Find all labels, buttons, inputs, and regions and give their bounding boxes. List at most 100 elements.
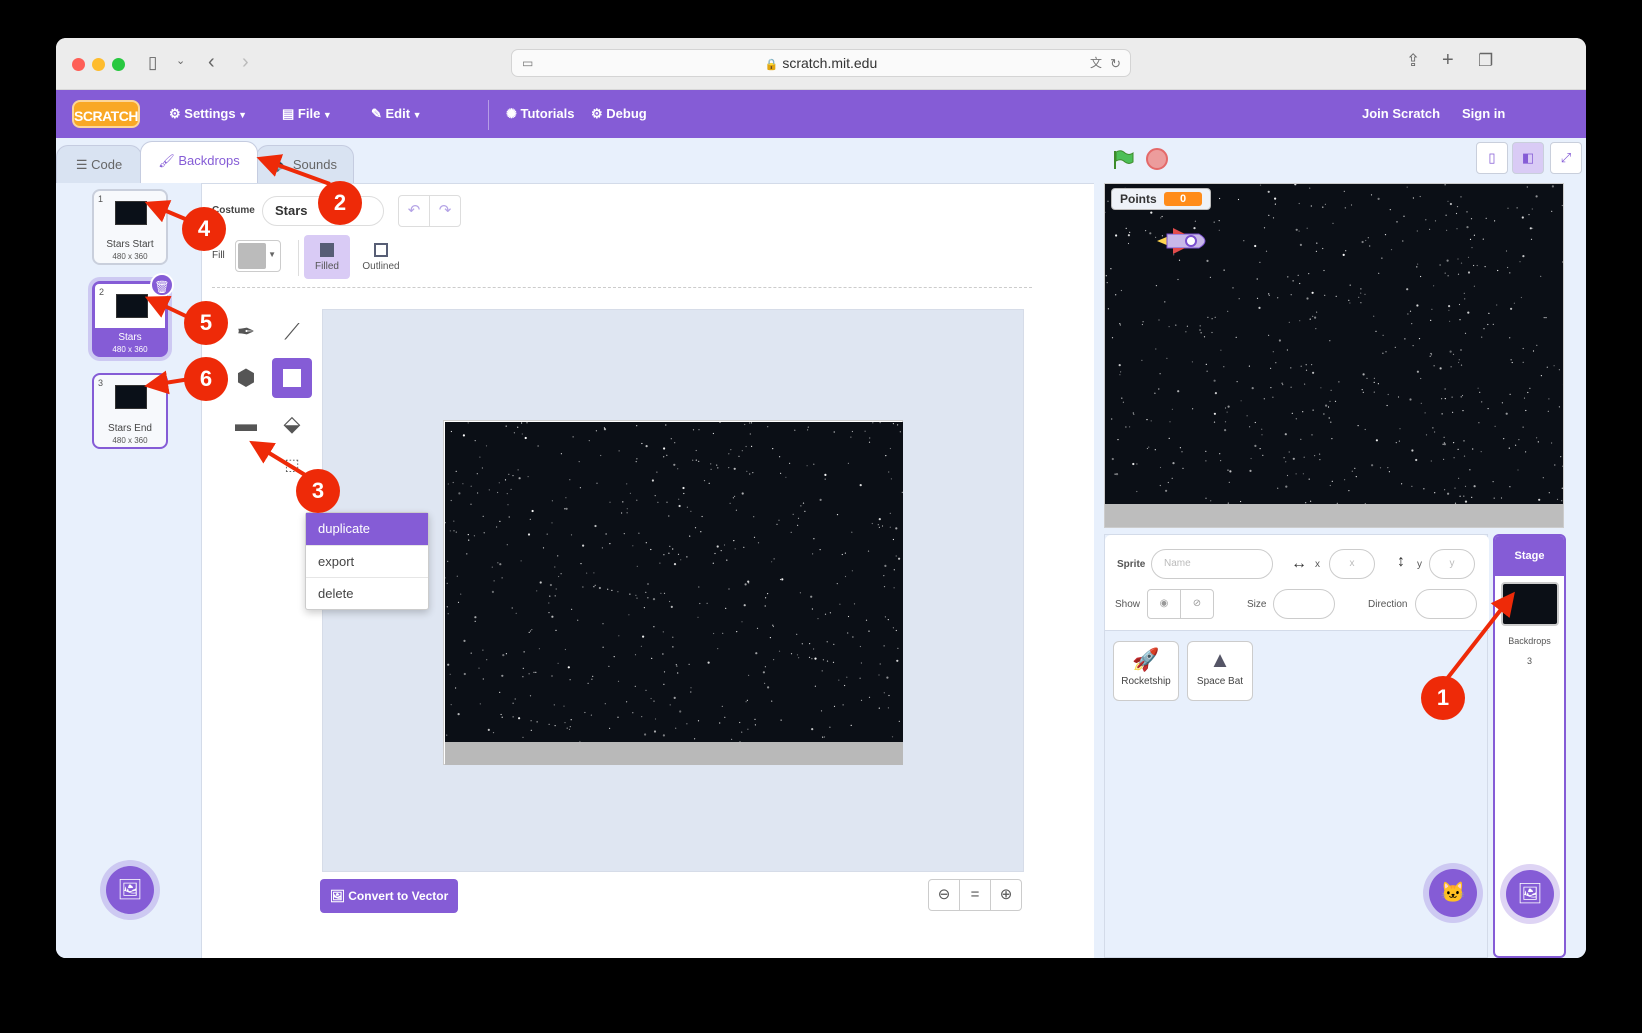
filled-square-icon: [320, 243, 334, 257]
address-bar[interactable]: ▭ 🔒 scratch.mit.edu 文 ↻: [511, 49, 1131, 77]
join-scratch-link[interactable]: Join Scratch: [1362, 90, 1440, 138]
sprite-label: Sprite: [1117, 559, 1146, 570]
sprite-name: Space Bat: [1196, 676, 1244, 687]
outlined-square-icon: [374, 243, 388, 257]
stage-selector[interactable]: Stage Backdrops 3 🖼: [1493, 534, 1566, 958]
artboard[interactable]: [443, 420, 903, 765]
reader-icon[interactable]: ▭: [522, 50, 533, 77]
small-stage-icon[interactable]: ▯: [1476, 142, 1508, 174]
new-tab-icon[interactable]: +: [1442, 50, 1454, 70]
sprite-pane: Sprite Name ↔ x x ↕ y y Show ◉ ⊘ Size Di…: [1104, 534, 1489, 958]
zoom-window-button[interactable]: [112, 58, 125, 71]
delete-menu-item[interactable]: delete: [306, 577, 428, 609]
eraser-tool-icon[interactable]: ⬢: [228, 360, 264, 396]
tab-code[interactable]: ☰ Code: [56, 145, 142, 183]
show-eye-icon[interactable]: ◉: [1147, 589, 1181, 619]
fullscreen-icon[interactable]: ⤢: [1550, 142, 1582, 174]
annotation-badge-2: 2: [318, 181, 362, 225]
annotation-badge-1: 1: [1421, 676, 1465, 720]
green-flag-icon[interactable]: [1112, 150, 1134, 170]
backdrop-list: 1 Stars Start 480 x 360 2 Stars 480 x 36…: [56, 183, 202, 958]
fill-label: Fill: [212, 250, 225, 261]
zoom-in-icon[interactable]: ⊕: [990, 879, 1022, 911]
export-menu-item[interactable]: export: [306, 545, 428, 577]
file-menu[interactable]: ▤ File ▼: [282, 90, 332, 138]
annotation-badge-4: 4: [182, 207, 226, 251]
sprite-name-input[interactable]: Name: [1151, 549, 1273, 579]
reload-icon[interactable]: ↻: [1110, 50, 1121, 77]
zoom-reset-button[interactable]: =: [959, 879, 991, 911]
sign-in-link[interactable]: Sign in: [1462, 90, 1505, 138]
direction-input[interactable]: [1415, 589, 1477, 619]
pencil-icon: ✎: [371, 106, 386, 121]
tab-backdrops[interactable]: 🖌 Backdrops: [140, 141, 258, 183]
translate-icon[interactable]: 文: [1090, 50, 1102, 77]
duplicate-menu-item[interactable]: duplicate: [306, 513, 428, 545]
undo-icon[interactable]: ↶: [398, 195, 430, 227]
brush-tool-icon[interactable]: ✒: [228, 314, 264, 350]
fill-bucket-icon[interactable]: ⬙: [274, 406, 310, 442]
y-input[interactable]: y: [1429, 549, 1475, 579]
delete-backdrop-icon[interactable]: 🗑: [150, 273, 174, 297]
settings-menu[interactable]: ⚙ Settings ▼: [169, 90, 247, 138]
filled-mode-button[interactable]: Filled: [304, 235, 350, 279]
choose-stage-backdrop-button[interactable]: 🖼: [1506, 870, 1554, 918]
forward-icon[interactable]: ›: [242, 52, 249, 72]
close-window-button[interactable]: [72, 58, 85, 71]
x-input[interactable]: x: [1329, 549, 1375, 579]
sprite-tile-space-bat[interactable]: ▲ Space Bat: [1187, 641, 1253, 701]
tab-sounds[interactable]: 🔈 Sounds: [256, 145, 354, 183]
tutorials-button[interactable]: ✺ Tutorials: [506, 90, 574, 138]
debug-gear-icon: ⚙: [591, 106, 607, 121]
tab-code-label: Code: [91, 157, 123, 172]
annotation-badge-5: 5: [184, 301, 228, 345]
line-tool-icon[interactable]: ⟋: [274, 314, 310, 350]
show-label: Show: [1115, 599, 1141, 610]
backdrop-size: 480 x 360: [112, 252, 148, 261]
stage-canvas[interactable]: Points 0: [1104, 183, 1564, 528]
convert-label: Convert to Vector: [348, 889, 449, 903]
lightbulb-icon: ✺: [506, 106, 521, 121]
size-input[interactable]: [1273, 589, 1335, 619]
backdrop-item-1[interactable]: 1 Stars Start 480 x 360: [92, 189, 168, 265]
minimize-window-button[interactable]: [92, 58, 105, 71]
backdrop-number: 1: [98, 194, 104, 204]
sidebar-toggle-icon[interactable]: ▯: [148, 54, 157, 71]
stop-icon[interactable]: [1146, 148, 1168, 170]
choose-sprite-button[interactable]: 🐱: [1429, 869, 1477, 917]
scratch-logo[interactable]: SCRATCH: [72, 100, 140, 128]
back-icon[interactable]: ‹: [208, 52, 215, 72]
stage-header: ▯ ◧ ⤢: [1094, 138, 1586, 183]
rectangle-glyph: [283, 369, 301, 387]
tab-sounds-label: Sounds: [292, 157, 337, 172]
debug-button[interactable]: ⚙ Debug: [591, 90, 647, 138]
stage-backdrop-thumbnail: [1500, 582, 1559, 626]
fill-color-picker[interactable]: ▼: [235, 240, 281, 272]
edit-menu[interactable]: ✎ Edit ▼: [371, 90, 422, 138]
backdrop-item-3[interactable]: 3 Stars End 480 x 360: [92, 373, 168, 449]
choose-backdrop-button[interactable]: 🖼: [106, 866, 154, 914]
backdrop-size: 480 x 360: [112, 436, 148, 445]
sprite-tile-rocketship[interactable]: 🚀 Rocketship: [1113, 641, 1179, 701]
annotation-badge-6: 6: [184, 357, 228, 401]
text-tool-icon[interactable]: ▬: [228, 406, 264, 442]
lock-icon: 🔒: [764, 59, 779, 71]
backdrop-name: Stars End: [108, 423, 152, 434]
rectangle-tool-icon[interactable]: [272, 358, 312, 398]
chevron-down-icon[interactable]: ⌄: [176, 56, 185, 67]
filled-label: Filled: [315, 261, 339, 272]
toolbar-divider: [212, 287, 1032, 288]
rocketship-sprite[interactable]: [1155, 224, 1211, 258]
zoom-out-icon[interactable]: ⊖: [928, 879, 960, 911]
tabs-overview-icon[interactable]: ❐: [1478, 52, 1493, 69]
share-icon[interactable]: ⇪: [1406, 52, 1420, 69]
convert-to-vector-button[interactable]: 🖼 Convert to Vector: [320, 879, 458, 913]
backdrop-size: 480 x 360: [112, 345, 148, 354]
ground-strip: [445, 742, 903, 765]
edit-label: Edit: [385, 106, 411, 121]
normal-stage-icon[interactable]: ◧: [1512, 142, 1544, 174]
redo-icon[interactable]: ↷: [429, 195, 461, 227]
hide-eye-icon[interactable]: ⊘: [1180, 589, 1214, 619]
settings-label: Settings: [184, 106, 236, 121]
outlined-mode-button[interactable]: Outlined: [358, 235, 404, 279]
